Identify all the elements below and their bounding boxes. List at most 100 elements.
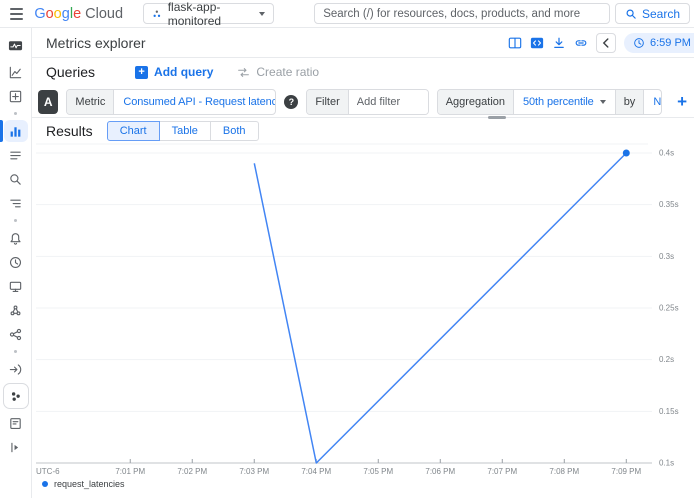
chevron-left-icon bbox=[602, 38, 610, 48]
time-range-selector[interactable]: 6:59 PM - 7:0 bbox=[624, 33, 694, 53]
item-highlight bbox=[3, 383, 29, 409]
aggregation-dropdown[interactable]: 50th percentile bbox=[514, 90, 615, 114]
project-icon bbox=[152, 8, 162, 20]
sidebar-item-services[interactable] bbox=[0, 322, 32, 346]
divider-dot-icon bbox=[14, 219, 17, 222]
header-actions: 6:59 PM - 7:0 bbox=[508, 33, 686, 53]
svg-text:0.4s: 0.4s bbox=[659, 149, 674, 158]
metric-label: Metric bbox=[67, 90, 114, 114]
svg-text:7:07 PM: 7:07 PM bbox=[487, 467, 517, 476]
create-ratio-button[interactable]: Create ratio bbox=[237, 65, 319, 79]
menu-icon[interactable] bbox=[10, 8, 23, 20]
item-highlight bbox=[4, 120, 28, 142]
page-header: Metrics explorer 6:59 PM - 7:0 bbox=[32, 28, 694, 58]
sidebar-item-integrations[interactable] bbox=[0, 357, 32, 381]
chart-legend[interactable]: request_latencies bbox=[42, 479, 125, 489]
legend-dot-icon bbox=[42, 481, 48, 487]
group-by-dropdown[interactable]: None bbox=[644, 90, 662, 114]
share-icon bbox=[8, 327, 23, 342]
svg-text:7:09 PM: 7:09 PM bbox=[611, 467, 641, 476]
svg-text:0.35s: 0.35s bbox=[659, 200, 679, 209]
traces-icon bbox=[8, 196, 23, 211]
filter-group: Filter bbox=[306, 89, 428, 115]
create-ratio-label: Create ratio bbox=[256, 65, 319, 79]
results-title: Results bbox=[46, 123, 93, 139]
aggregation-value: 50th percentile bbox=[523, 96, 594, 108]
clusterbox-icon bbox=[8, 389, 23, 404]
global-search bbox=[314, 3, 610, 24]
results-bar: Results Chart Table Both bbox=[32, 119, 694, 143]
code-sample-icon[interactable] bbox=[530, 36, 544, 50]
svg-text:7:02 PM: 7:02 PM bbox=[177, 467, 207, 476]
add-query-label: Add query bbox=[154, 65, 213, 79]
group-by-value: None bbox=[653, 96, 662, 108]
arrowin-icon bbox=[8, 362, 23, 377]
search-button-label: Search bbox=[642, 7, 680, 21]
add-query-button[interactable]: + Add query bbox=[135, 65, 213, 79]
sidebar-item-monitoring-product bbox=[0, 31, 32, 60]
svg-text:7:04 PM: 7:04 PM bbox=[301, 467, 331, 476]
svg-text:0.15s: 0.15s bbox=[659, 407, 679, 416]
sidebar-item-notifications[interactable] bbox=[0, 226, 32, 250]
sidebar-item-traces[interactable] bbox=[0, 191, 32, 215]
collapse-time-range-button[interactable] bbox=[596, 33, 616, 53]
svg-text:0.2s: 0.2s bbox=[659, 355, 674, 364]
sidebar-item-kubernetes-engine[interactable] bbox=[0, 381, 32, 411]
search-input[interactable] bbox=[323, 8, 601, 20]
project-selector[interactable]: flask-app-monitored bbox=[143, 3, 274, 24]
sidebar-item-overview[interactable] bbox=[0, 60, 32, 84]
sidebar-item-metrics-explorer[interactable] bbox=[0, 119, 32, 143]
expand-icon bbox=[8, 440, 23, 455]
monitor-icon bbox=[8, 279, 23, 294]
sidebar-item-groups[interactable] bbox=[0, 298, 32, 322]
logo-cloud: Cloud bbox=[85, 6, 123, 22]
divider-dot-icon bbox=[14, 112, 17, 115]
legend-label: request_latencies bbox=[54, 479, 125, 489]
tab-table[interactable]: Table bbox=[159, 121, 211, 141]
sidebar-item-monitored-resources[interactable] bbox=[0, 274, 32, 298]
logo-google: Google bbox=[34, 6, 81, 22]
add-icon: + bbox=[135, 66, 148, 79]
add-aggregation-button[interactable]: + bbox=[670, 92, 694, 112]
docedit-icon bbox=[8, 416, 23, 431]
search-icon bbox=[8, 172, 23, 187]
metric-group: Metric Consumed API - Request latencies bbox=[66, 89, 276, 115]
linechart-icon bbox=[8, 65, 23, 80]
sidebar-item-uptime-checks[interactable] bbox=[0, 250, 32, 274]
filter-input[interactable] bbox=[349, 90, 429, 114]
svg-text:7:03 PM: 7:03 PM bbox=[239, 467, 269, 476]
sidebar-item-query-logs[interactable] bbox=[0, 167, 32, 191]
project-name: flask-app-monitored bbox=[168, 0, 253, 28]
sidebar-item-dashboards[interactable] bbox=[0, 84, 32, 108]
svg-text:UTC-6: UTC-6 bbox=[36, 467, 60, 476]
help-icon[interactable]: ? bbox=[284, 95, 298, 109]
barchart-icon bbox=[8, 124, 23, 139]
sidebar-item-alerting[interactable] bbox=[0, 143, 32, 167]
sidebar-item-collapse-panel[interactable] bbox=[0, 435, 32, 459]
link-icon[interactable] bbox=[574, 36, 588, 50]
pulse-icon bbox=[8, 38, 23, 53]
metric-dropdown[interactable]: Consumed API - Request latencies bbox=[114, 90, 276, 114]
query-builder-row: A Metric Consumed API - Request latencie… bbox=[32, 86, 694, 118]
aggregation-label: Aggregation bbox=[438, 90, 514, 114]
sidebar-item-settings[interactable] bbox=[0, 411, 32, 435]
svg-text:0.3s: 0.3s bbox=[659, 252, 674, 261]
tab-chart[interactable]: Chart bbox=[107, 121, 160, 141]
cluster-icon bbox=[8, 303, 23, 318]
divider-dot-icon bbox=[14, 350, 17, 353]
by-label: by bbox=[615, 90, 645, 114]
svg-text:0.25s: 0.25s bbox=[659, 304, 679, 313]
search-button[interactable]: Search bbox=[615, 3, 690, 24]
sidebar bbox=[0, 28, 32, 498]
filter-label: Filter bbox=[307, 90, 348, 114]
dashboard-icon bbox=[8, 89, 23, 104]
reading-pane-icon[interactable] bbox=[508, 36, 522, 50]
download-icon[interactable] bbox=[552, 36, 566, 50]
tab-both[interactable]: Both bbox=[210, 121, 259, 141]
top-bar: Google Cloud flask-app-monitored Search bbox=[0, 0, 694, 28]
latency-line-chart: 0.4s0.35s0.3s0.25s0.2s0.15s0.1s7:01 PM7:… bbox=[32, 142, 694, 482]
metric-value: Consumed API - Request latencies bbox=[123, 96, 276, 108]
svg-text:7:06 PM: 7:06 PM bbox=[425, 467, 455, 476]
page-title: Metrics explorer bbox=[46, 35, 146, 51]
clock-icon bbox=[8, 255, 23, 270]
